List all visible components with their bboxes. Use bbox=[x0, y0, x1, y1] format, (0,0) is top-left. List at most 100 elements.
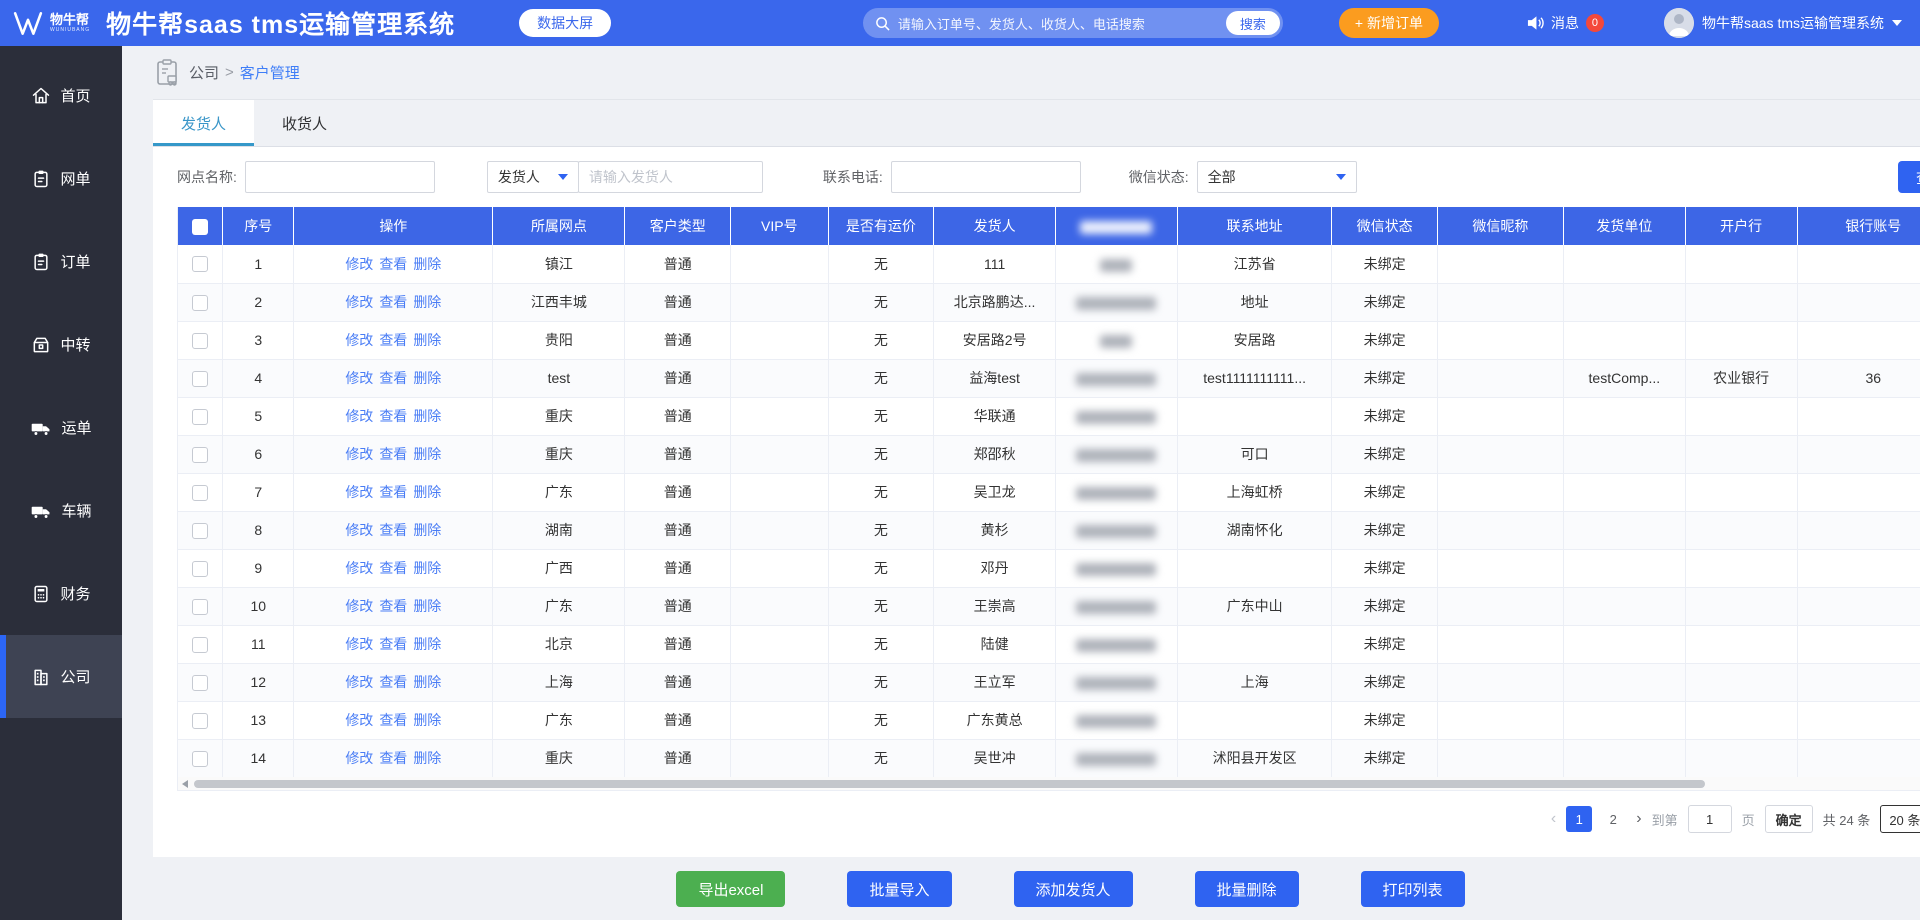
row-action-link[interactable]: 修改 bbox=[345, 446, 373, 462]
page-size-select[interactable]: 20 条/页 bbox=[1880, 805, 1920, 833]
row-action-link[interactable]: 修改 bbox=[345, 370, 373, 386]
page-number-1[interactable]: 1 bbox=[1566, 806, 1592, 832]
row-action-link[interactable]: 删除 bbox=[413, 674, 441, 690]
row-action-link[interactable]: 查看 bbox=[379, 674, 407, 690]
row-action-link[interactable]: 修改 bbox=[345, 598, 373, 614]
row-checkbox[interactable] bbox=[192, 333, 208, 349]
row-checkbox[interactable] bbox=[192, 371, 208, 387]
account-menu[interactable]: 物牛帮saas tms运输管理系统 bbox=[1664, 8, 1902, 38]
cell-address: 广东中山 bbox=[1177, 587, 1331, 625]
row-action-link[interactable]: 查看 bbox=[379, 484, 407, 500]
row-action-link[interactable]: 查看 bbox=[379, 446, 407, 462]
wechat-status-select[interactable]: 全部 bbox=[1197, 161, 1357, 193]
breadcrumb-root[interactable]: 公司 bbox=[189, 62, 219, 83]
horizontal-scroll-thumb[interactable] bbox=[194, 780, 1705, 788]
sidebar-item-netorder[interactable]: 网单 bbox=[0, 137, 122, 220]
row-checkbox[interactable] bbox=[192, 295, 208, 311]
row-action-link[interactable]: 查看 bbox=[379, 560, 407, 576]
scroll-left-icon[interactable] bbox=[178, 777, 192, 790]
row-action-link[interactable]: 查看 bbox=[379, 750, 407, 766]
phone-input[interactable] bbox=[891, 161, 1081, 193]
new-order-button[interactable]: + 新增订单 bbox=[1339, 8, 1439, 38]
horizontal-scrollbar[interactable] bbox=[177, 777, 1920, 791]
row-action-link[interactable]: 删除 bbox=[413, 522, 441, 538]
row-action-link[interactable]: 删除 bbox=[413, 484, 441, 500]
row-checkbox[interactable] bbox=[192, 713, 208, 729]
tab-consignor[interactable]: 发货人 bbox=[153, 100, 254, 146]
row-action-link[interactable]: 删除 bbox=[413, 408, 441, 424]
row-action-link[interactable]: 删除 bbox=[413, 446, 441, 462]
page-number-2[interactable]: 2 bbox=[1600, 806, 1626, 832]
row-checkbox[interactable] bbox=[192, 561, 208, 577]
row-checkbox[interactable] bbox=[192, 599, 208, 615]
print-list-button[interactable]: 打印列表 bbox=[1361, 871, 1465, 907]
row-action-link[interactable]: 修改 bbox=[345, 256, 373, 272]
row-checkbox[interactable] bbox=[192, 409, 208, 425]
row-action-link[interactable]: 修改 bbox=[345, 484, 373, 500]
sidebar-item-waybill[interactable]: 运单 bbox=[0, 386, 122, 469]
select-all-checkbox[interactable] bbox=[192, 219, 208, 235]
row-action-link[interactable]: 查看 bbox=[379, 332, 407, 348]
row-action-link[interactable]: 查看 bbox=[379, 712, 407, 728]
row-action-link[interactable]: 修改 bbox=[345, 674, 373, 690]
row-action-link[interactable]: 删除 bbox=[413, 750, 441, 766]
row-action-link[interactable]: 删除 bbox=[413, 560, 441, 576]
row-checkbox[interactable] bbox=[192, 485, 208, 501]
row-checkbox[interactable] bbox=[192, 256, 208, 272]
row-checkbox[interactable] bbox=[192, 675, 208, 691]
sidebar-item-transfer[interactable]: 中转 bbox=[0, 303, 122, 386]
data-screen-button[interactable]: 数据大屏 bbox=[519, 9, 611, 37]
row-action-link[interactable]: 查看 bbox=[379, 598, 407, 614]
row-checkbox[interactable] bbox=[192, 751, 208, 767]
batch-import-button[interactable]: 批量导入 bbox=[847, 871, 951, 907]
row-action-link[interactable]: 修改 bbox=[345, 332, 373, 348]
row-action-link[interactable]: 删除 bbox=[413, 370, 441, 386]
row-checkbox[interactable] bbox=[192, 447, 208, 463]
breadcrumb-current[interactable]: 客户管理 bbox=[240, 62, 300, 83]
messages[interactable]: 消息 0 bbox=[1527, 13, 1604, 33]
consignor-type-select[interactable]: 发货人 bbox=[487, 161, 579, 193]
batch-delete-button[interactable]: 批量删除 bbox=[1195, 871, 1299, 907]
row-action-link[interactable]: 修改 bbox=[345, 712, 373, 728]
row-action-link[interactable]: 修改 bbox=[345, 750, 373, 766]
row-action-link[interactable]: 修改 bbox=[345, 560, 373, 576]
prev-page-icon[interactable]: ‹ bbox=[1551, 810, 1556, 828]
site-name-input[interactable] bbox=[245, 161, 435, 193]
row-action-link[interactable]: 查看 bbox=[379, 370, 407, 386]
row-action-link[interactable]: 删除 bbox=[413, 598, 441, 614]
tab-consignee[interactable]: 收货人 bbox=[254, 100, 355, 146]
query-button[interactable]: 查询 bbox=[1898, 161, 1920, 193]
next-page-icon[interactable]: › bbox=[1636, 810, 1641, 828]
cell-account bbox=[1797, 511, 1920, 549]
sidebar-item-order[interactable]: 订单 bbox=[0, 220, 122, 303]
row-action-link[interactable]: 删除 bbox=[413, 636, 441, 652]
export-excel-button[interactable]: 导出excel bbox=[676, 871, 785, 907]
row-action-link[interactable]: 删除 bbox=[413, 256, 441, 272]
row-checkbox[interactable] bbox=[192, 637, 208, 653]
row-action-link[interactable]: 删除 bbox=[413, 712, 441, 728]
sidebar-item-finance[interactable]: 财务 bbox=[0, 552, 122, 635]
row-action-link[interactable]: 查看 bbox=[379, 636, 407, 652]
row-action-link[interactable]: 删除 bbox=[413, 332, 441, 348]
row-action-link[interactable]: 修改 bbox=[345, 294, 373, 310]
row-checkbox[interactable] bbox=[192, 523, 208, 539]
sidebar-item-home[interactable]: 首页 bbox=[0, 54, 122, 137]
row-action-link[interactable]: 修改 bbox=[345, 522, 373, 538]
goto-page-input[interactable] bbox=[1688, 805, 1732, 833]
row-action-link[interactable]: 删除 bbox=[413, 294, 441, 310]
row-action-link[interactable]: 查看 bbox=[379, 522, 407, 538]
sidebar-item-vehicle[interactable]: 车辆 bbox=[0, 469, 122, 552]
select-all-header[interactable] bbox=[178, 207, 223, 245]
consignor-input[interactable] bbox=[578, 161, 763, 193]
global-search[interactable]: 请输入订单号、发货人、收货人、电话搜索 搜索 bbox=[863, 8, 1283, 38]
row-action-link[interactable]: 修改 bbox=[345, 408, 373, 424]
phone-redacted-blob bbox=[1076, 487, 1156, 500]
goto-confirm-button[interactable]: 确定 bbox=[1765, 805, 1813, 833]
row-action-link[interactable]: 查看 bbox=[379, 408, 407, 424]
row-action-link[interactable]: 查看 bbox=[379, 294, 407, 310]
row-action-link[interactable]: 查看 bbox=[379, 256, 407, 272]
row-action-link[interactable]: 修改 bbox=[345, 636, 373, 652]
sidebar-item-company[interactable]: 公司 bbox=[0, 635, 122, 718]
add-consignor-button[interactable]: 添加发货人 bbox=[1014, 871, 1133, 907]
search-button[interactable]: 搜索 bbox=[1226, 11, 1280, 35]
